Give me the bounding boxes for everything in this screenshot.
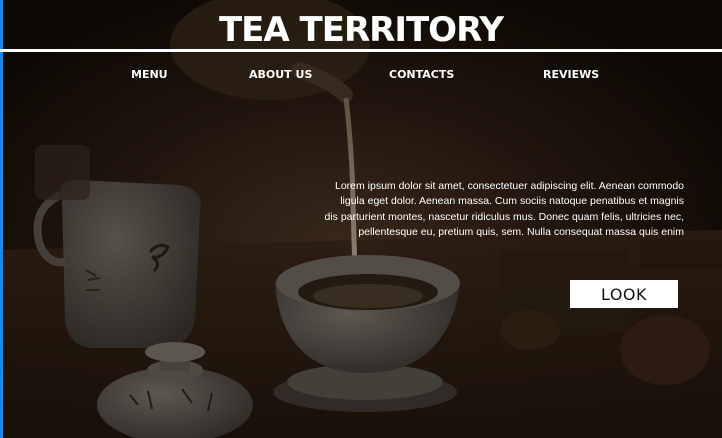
site-title: TEA TERRITORY: [218, 10, 504, 50]
hero-intro-text: Lorem ipsum dolor sit amet, consectetuer…: [324, 180, 685, 239]
nav-item-about-us[interactable]: ABOUT US: [249, 68, 312, 81]
nav-item-menu[interactable]: MENU: [131, 68, 168, 81]
nav-item-contacts[interactable]: CONTACTS: [389, 68, 454, 81]
nav-item-reviews[interactable]: REVIEWS: [543, 68, 599, 81]
header-divider: [0, 49, 722, 52]
look-button[interactable]: LOOK: [570, 280, 678, 308]
left-accent-border: [0, 0, 3, 438]
